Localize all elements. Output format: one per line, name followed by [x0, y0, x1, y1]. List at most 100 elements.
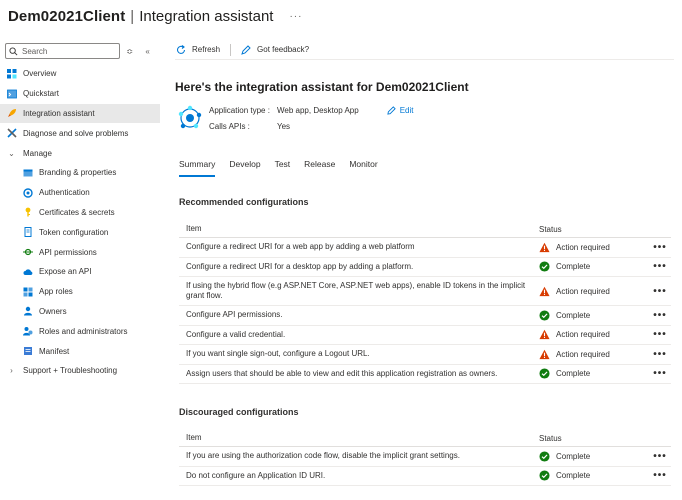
branding-icon: [22, 167, 33, 178]
chevron-down-icon: ⌄: [8, 148, 15, 158]
sidebar-item-label: Integration assistant: [23, 108, 95, 118]
sidebar-item-branding[interactable]: Branding & properties: [0, 163, 160, 183]
sidebar-item-expose-api[interactable]: Expose an API: [0, 262, 160, 282]
feedback-button[interactable]: Got feedback?: [241, 44, 319, 55]
sidebar-item-token-configuration[interactable]: Token configuration: [0, 222, 160, 242]
sidebar-item-label: Manage: [23, 148, 52, 158]
collapse-sidebar-icon[interactable]: «: [145, 47, 149, 56]
row-status-text: Action required: [556, 242, 610, 252]
sidebar: Search ≎ « Overview Quickstart Integrati…: [0, 40, 160, 500]
toolbar-divider: [230, 43, 232, 56]
recommended-title: Recommended configurations: [179, 197, 309, 207]
row-more-button[interactable]: •••: [649, 329, 671, 340]
row-status: Action required: [539, 349, 649, 360]
tab-test[interactable]: Test: [275, 159, 291, 177]
page-title: Integration assistant: [139, 7, 274, 25]
tab-develop[interactable]: Develop: [229, 159, 260, 177]
sidebar-item-label: App roles: [39, 287, 73, 297]
expand-collapse-icon[interactable]: ≎: [126, 47, 133, 56]
col-status-header: Status: [539, 433, 562, 443]
row-more-button[interactable]: •••: [649, 349, 671, 360]
sidebar-item-label: Certificates & secrets: [39, 207, 115, 217]
overview-icon: [6, 68, 17, 79]
row-more-button[interactable]: •••: [649, 368, 671, 379]
search-tools: ≎ «: [120, 47, 156, 56]
check-circle-icon: [539, 310, 550, 321]
sidebar-item-label: Expose an API: [39, 267, 92, 277]
sidebar-item-label: Owners: [39, 306, 67, 316]
row-more-button[interactable]: •••: [649, 310, 671, 321]
app-type-value: Web app, Desktop App: [277, 105, 359, 115]
tab-release[interactable]: Release: [304, 159, 335, 177]
sidebar-item-owners[interactable]: Owners: [0, 302, 160, 322]
key-icon: [22, 207, 33, 218]
row-more-button[interactable]: •••: [649, 451, 671, 462]
row-more-button[interactable]: •••: [649, 470, 671, 481]
app-info: Application type : Web app, Desktop App …: [177, 105, 413, 131]
sidebar-item-manifest[interactable]: Manifest: [0, 341, 160, 361]
discouraged-rows: If you are using the authorization code …: [179, 447, 671, 486]
col-item-header: Item: [186, 433, 202, 442]
row-more-button[interactable]: •••: [649, 286, 671, 297]
row-status-text: Action required: [556, 349, 610, 359]
row-item-text: Assign users that should be able to view…: [186, 368, 498, 378]
col-status-header: Status: [539, 224, 562, 234]
sidebar-item-integration-assistant[interactable]: Integration assistant: [0, 103, 160, 124]
search-input[interactable]: Search: [5, 43, 120, 59]
warning-icon: [539, 349, 550, 359]
row-status: Complete: [539, 261, 649, 272]
row-status: Complete: [539, 451, 649, 462]
row-item-text: Configure a redirect URI for a desktop a…: [186, 261, 414, 271]
discouraged-title: Discouraged configurations: [179, 407, 299, 417]
row-item-text: Configure a redirect URI for a web app b…: [186, 242, 415, 252]
table-row: Do not configure an Application ID URI. C…: [179, 467, 671, 486]
roles-icon: [22, 326, 33, 337]
col-item-header: Item: [186, 224, 202, 233]
row-status-text: Complete: [556, 451, 591, 461]
more-options-button[interactable]: ···: [289, 11, 302, 22]
table-row: If you want single sign-out, configure a…: [179, 345, 671, 365]
row-status: Complete: [539, 368, 649, 379]
title-bar: Dem02021Client | Integration assistant ·…: [8, 5, 302, 27]
row-item-text: If you are using the authorization code …: [186, 451, 460, 461]
row-status-text: Complete: [556, 471, 591, 481]
sidebar-item-app-roles[interactable]: App roles: [0, 282, 160, 302]
row-more-button[interactable]: •••: [649, 242, 671, 253]
sidebar-item-api-permissions[interactable]: API permissions: [0, 242, 160, 262]
refresh-button[interactable]: Refresh: [176, 44, 230, 55]
app-name: Dem02021Client: [8, 7, 126, 25]
recommended-rows: Configure a redirect URI for a web app b…: [179, 238, 671, 384]
tab-monitor[interactable]: Monitor: [349, 159, 377, 177]
sidebar-item-label: Overview: [23, 69, 57, 79]
tab-bar: Summary Develop Test Release Monitor: [179, 159, 392, 177]
sidebar-item-roles-administrators[interactable]: Roles and administrators: [0, 321, 160, 341]
row-status-text: Complete: [556, 262, 591, 272]
edit-link[interactable]: Edit: [387, 105, 413, 115]
app-roles-icon: [22, 286, 33, 297]
title-separator: |: [130, 7, 135, 25]
authentication-icon: [22, 187, 33, 198]
sidebar-item-label: Branding & properties: [39, 168, 117, 178]
row-status: Action required: [539, 242, 649, 253]
sidebar-group-support[interactable]: › Support + Troubleshooting: [0, 361, 160, 381]
table-row: If you are using the authorization code …: [179, 447, 671, 467]
sidebar-item-certificates[interactable]: Certificates & secrets: [0, 203, 160, 223]
pencil-icon: [387, 105, 396, 115]
sidebar-item-overview[interactable]: Overview: [0, 64, 160, 84]
sidebar-item-authentication[interactable]: Authentication: [0, 183, 160, 203]
manifest-icon: [22, 346, 33, 357]
row-item-text: Do not configure an Application ID URI.: [186, 470, 326, 480]
app-registration-icon: [178, 105, 202, 129]
row-more-button[interactable]: •••: [649, 261, 671, 272]
sidebar-item-diagnose[interactable]: Diagnose and solve problems: [0, 123, 160, 143]
owners-icon: [22, 306, 33, 317]
row-status-text: Complete: [556, 310, 591, 320]
search-row: Search ≎ «: [5, 42, 156, 60]
refresh-label: Refresh: [192, 45, 221, 54]
calls-apis-value: Yes: [277, 121, 291, 131]
table-row: If using the hybrid flow (e.g ASP.NET Co…: [179, 277, 671, 306]
row-status: Action required: [539, 329, 649, 340]
sidebar-group-manage[interactable]: ⌄ Manage: [0, 143, 160, 163]
tab-summary[interactable]: Summary: [179, 159, 216, 177]
sidebar-item-quickstart[interactable]: Quickstart: [0, 84, 160, 104]
